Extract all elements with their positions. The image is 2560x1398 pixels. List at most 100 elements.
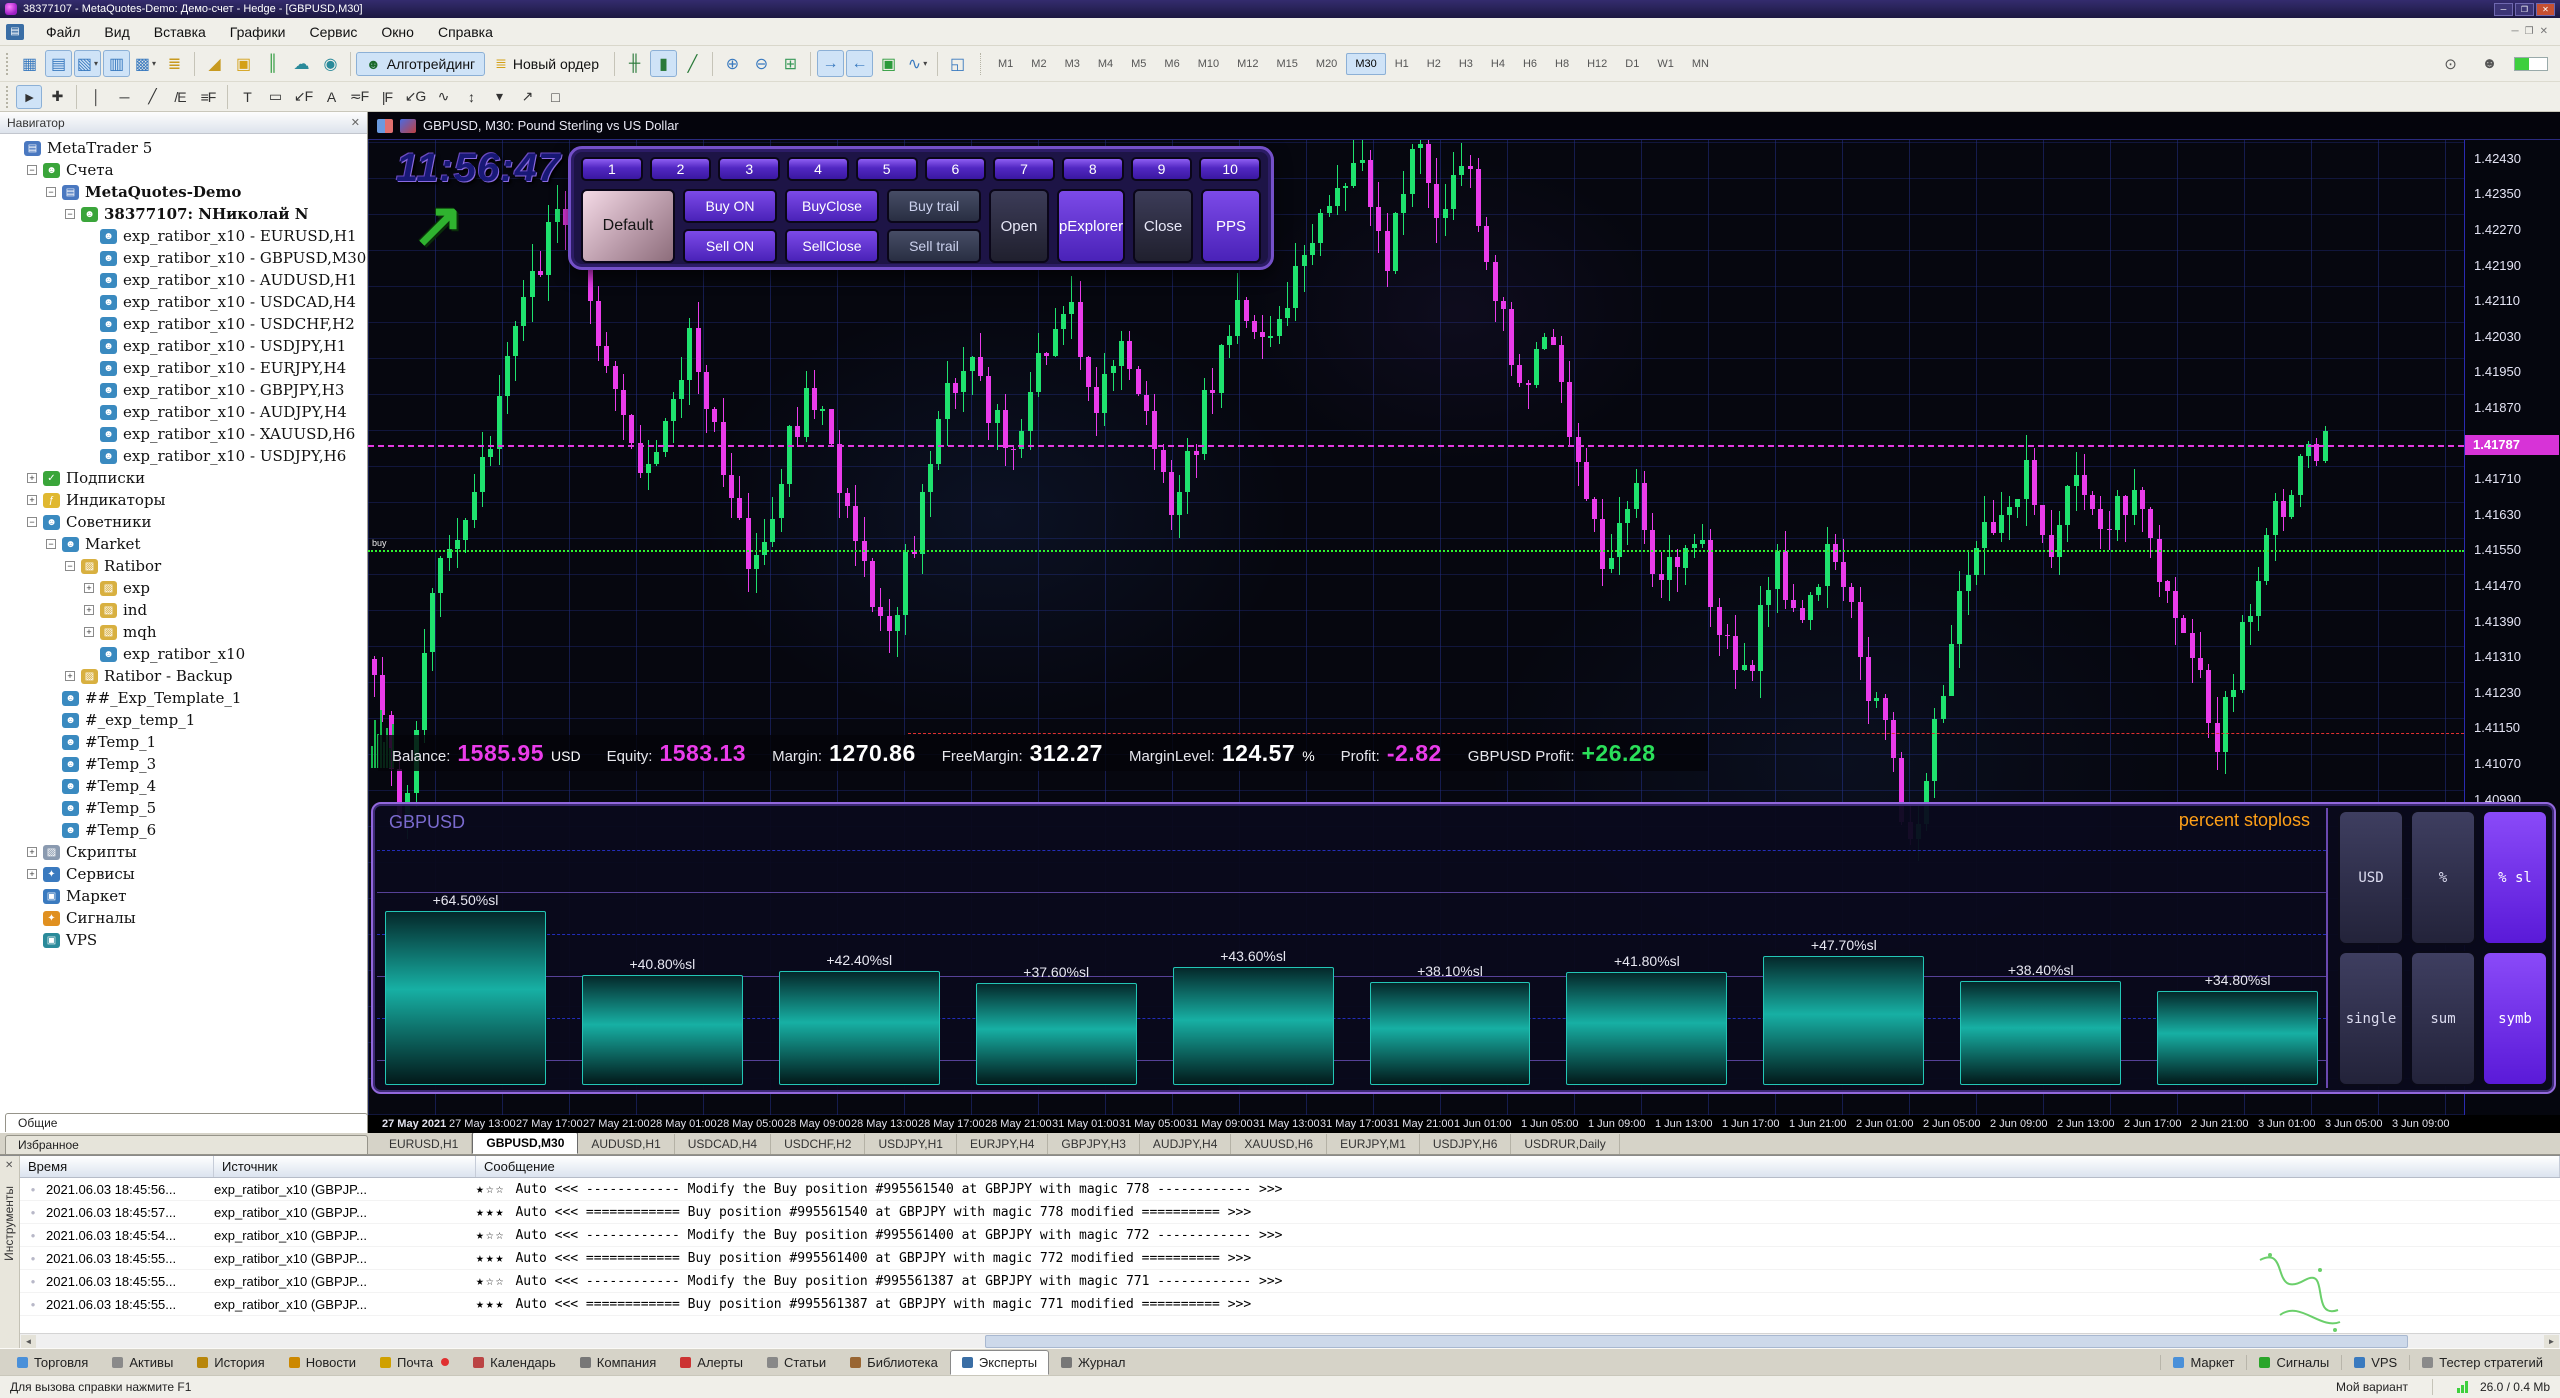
tree-item-metaquotes-demo[interactable]: − ▤ MetaQuotes-Demo [4,181,367,203]
timeframe-D1[interactable]: D1 [1616,53,1648,75]
bottom-tab-Календарь[interactable]: Календарь [461,1350,568,1375]
tree-expand-icon[interactable]: − [65,209,75,219]
zoom-out-icon[interactable]: ⊖ [748,50,775,77]
menu-Вид[interactable]: Вид [92,20,141,44]
chart-tab-EURJPY-H4[interactable]: EURJPY,H4 [957,1134,1049,1154]
candles-chart-icon[interactable]: ▮ [650,50,677,77]
tree-item--[interactable]: − ☻ Счета [4,159,367,181]
chart-tab-USDCAD-H4[interactable]: USDCAD,H4 [675,1134,772,1154]
tree-expand-icon[interactable]: + [84,605,94,615]
chart-tab-USDJPY-H1[interactable]: USDJPY,H1 [865,1134,957,1154]
sellclose-button[interactable]: SellClose [785,229,879,263]
vertical-line-icon[interactable]: │ [83,85,109,109]
arrows-dropdown-icon[interactable]: ▾ [486,85,512,109]
lock-icon[interactable]: ▣ [230,50,257,77]
timeframe-H2[interactable]: H2 [1418,53,1450,75]
log-row[interactable]: ● 2021.06.03 18:45:54... exp_ratibor_x10 (… [20,1224,2560,1247]
tree-expand-icon[interactable]: − [27,517,37,527]
bottom-tab-Почта[interactable]: Почта [368,1350,461,1375]
log-row[interactable]: ● 2021.06.03 18:45:55... exp_ratibor_x10 (… [20,1270,2560,1293]
tree-expand-icon[interactable]: − [65,561,75,571]
chart-tab-GBPUSD-M30[interactable]: GBPUSD,M30 [472,1132,579,1154]
tree-item-vps[interactable]: ▣ VPS [4,929,367,951]
tool-Тестер-стратегий[interactable]: Тестер стратегий [2409,1354,2555,1370]
data-window-icon[interactable]: ▩ ▾ [132,50,159,77]
tree-item-exp_ratibor_x10-gbpjpy-h3[interactable]: ☻ exp_ratibor_x10 - GBPJPY,H3 [4,379,367,401]
tree-item-exp_ratibor_x10-eurusd-h1[interactable]: ☻ exp_ratibor_x10 - EURUSD,H1 [4,225,367,247]
stats-icon[interactable]: ║ [259,50,286,77]
menu-Окно[interactable]: Окно [369,20,426,44]
menu-Графики[interactable]: Графики [218,20,298,44]
log-h-scrollbar[interactable]: ◄ ► [20,1333,2560,1348]
bottom-tab-Библиотека[interactable]: Библиотека [838,1350,950,1375]
timeframe-H1[interactable]: H1 [1386,53,1418,75]
tree-expand-icon[interactable]: + [27,847,37,857]
fibo-expansion-icon[interactable]: ≂F [346,85,372,109]
trendline-icon[interactable]: ╱ [139,85,165,109]
timeframe-H6[interactable]: H6 [1514,53,1546,75]
pps-button[interactable]: PPS [1201,189,1262,263]
tree-item--[interactable]: ▣ Маркет [4,885,367,907]
equidistant-channel-icon[interactable]: /E [167,85,193,109]
bottom-tab-История[interactable]: История [185,1350,276,1375]
horizontal-line-icon[interactable]: ─ [111,85,137,109]
tree-item-ind[interactable]: + ▨ ind [4,599,367,621]
tree-expand-icon[interactable]: − [27,165,37,175]
timeframe-M15[interactable]: M15 [1268,53,1307,75]
mdi-close-icon[interactable]: ✕ [2540,26,2548,37]
crosshair-icon[interactable]: ✚ [44,85,70,109]
market-watch-icon[interactable]: ▥ [103,50,130,77]
maximize-button[interactable]: ❐ [2515,2,2534,16]
chart-tab-AUDUSD-H1[interactable]: AUDUSD,H1 [578,1134,675,1154]
toolbox-vertical-label[interactable]: Инструменты [2,1186,16,1261]
timeframe-M6[interactable]: M6 [1155,53,1188,75]
log-column-0[interactable]: Время [20,1156,214,1177]
chart-tab-XAUUSD-H6[interactable]: XAUUSD,H6 [1231,1134,1328,1154]
buy-on-button[interactable]: Buy ON [683,189,777,223]
history-center-icon[interactable]: ≣ [161,50,188,77]
chart-tab-AUDJPY-H4[interactable]: AUDJPY,H4 [1140,1134,1232,1154]
tree-expand-icon[interactable]: + [27,473,37,483]
bottom-tab-Журнал[interactable]: Журнал [1049,1350,1137,1375]
chart-tab-USDRUR-Daily[interactable]: USDRUR,Daily [1511,1134,1620,1154]
broadcast-icon[interactable]: ◉ [317,50,344,77]
tool-Маркет[interactable]: Маркет [2160,1354,2246,1370]
timeframe-M5[interactable]: M5 [1122,53,1155,75]
log-row[interactable]: ● 2021.06.03 18:45:56... exp_ratibor_x10 (… [20,1178,2560,1201]
timeframe-M12[interactable]: M12 [1228,53,1267,75]
tree-item-exp_ratibor_x10-audjpy-h4[interactable]: ☻ exp_ratibor_x10 - AUDJPY,H4 [4,401,367,423]
tree-expand-icon[interactable]: + [84,627,94,637]
time-axis[interactable]: 27 May 2021 27 May 13:00 27 May 17:00 27 Ma… [368,1115,2560,1133]
tree-item--[interactable]: ✦ Сигналы [4,907,367,929]
subpanel-button-single[interactable]: single [2338,951,2404,1086]
tree-item-ratibor[interactable]: − ▨ Ratibor [4,555,367,577]
bottom-tab-Алерты[interactable]: Алерты [668,1350,755,1375]
subpanel-button-USD[interactable]: USD [2338,810,2404,945]
preset-button-10[interactable]: 10 [1199,157,1262,181]
bottom-tab-Активы[interactable]: Активы [100,1350,185,1375]
tree-item-exp_ratibor_x10-usdchf-h2[interactable]: ☻ exp_ratibor_x10 - USDCHF,H2 [4,313,367,335]
scroll-right-icon[interactable]: ► [2544,1335,2559,1348]
menu-Сервис[interactable]: Сервис [297,20,369,44]
tree-item-exp_ratibor_x10-usdjpy-h1[interactable]: ☻ exp_ratibor_x10 - USDJPY,H1 [4,335,367,357]
tree-item-exp_ratibor_x10-audusd-h1[interactable]: ☻ exp_ratibor_x10 - AUDUSD,H1 [4,269,367,291]
minimize-button[interactable]: ─ [2494,2,2513,16]
timeframe-M1[interactable]: M1 [989,53,1022,75]
bottom-tab-Новости[interactable]: Новости [277,1350,368,1375]
quill-icon[interactable]: ◢ [201,50,228,77]
preset-button-5[interactable]: 5 [855,157,918,181]
status-template-name[interactable]: Мой вариант [2336,1380,2408,1394]
auto-scroll-icon[interactable]: → [817,50,844,77]
preset-button-9[interactable]: 9 [1130,157,1193,181]
zoom-in-icon[interactable]: ⊕ [719,50,746,77]
tool-VPS[interactable]: VPS [2341,1354,2409,1370]
chart-tab-GBPJPY-H3[interactable]: GBPJPY,H3 [1048,1134,1140,1154]
tree-item--[interactable]: + ƒ Индикаторы [4,489,367,511]
fibo-lines-icon[interactable]: ≡F [195,85,221,109]
tree-expand-icon[interactable]: + [65,671,75,681]
scroll-left-icon[interactable]: ◄ [21,1335,36,1348]
fibo-timezones-icon[interactable]: |F [374,85,400,109]
tree-item-#temp_3[interactable]: ☻ #Temp_3 [4,753,367,775]
tree-item-exp_ratibor_x10-eurjpy-h4[interactable]: ☻ exp_ratibor_x10 - EURJPY,H4 [4,357,367,379]
timeframe-M30[interactable]: M30 [1346,52,1386,75]
